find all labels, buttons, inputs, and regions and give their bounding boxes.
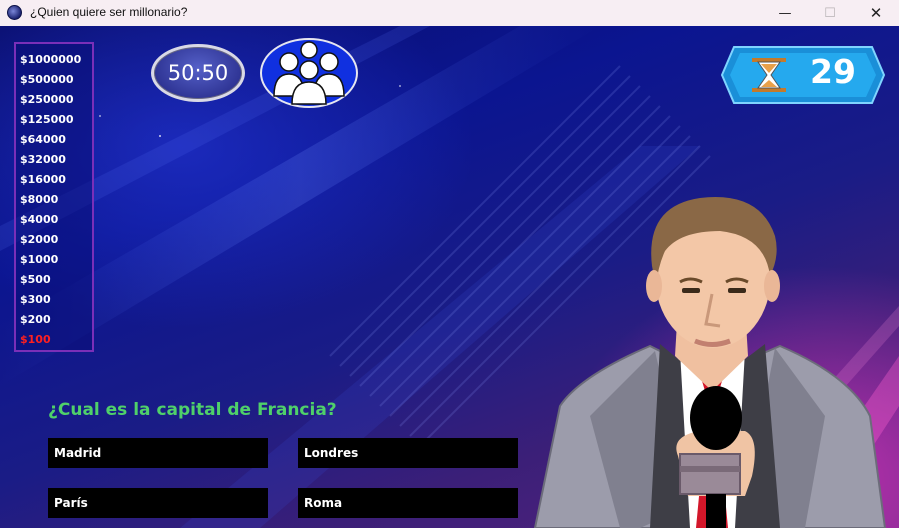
answer-option-d[interactable]: Roma: [298, 488, 518, 518]
answer-option-b[interactable]: Londres: [298, 438, 518, 468]
maximize-button[interactable]: ☐: [807, 0, 853, 26]
timer-frame: [720, 46, 886, 104]
host-illustration: [533, 197, 887, 528]
answer-option-c[interactable]: París: [48, 488, 268, 518]
question-text: ¿Cual es la capital de Francia?: [48, 400, 337, 420]
close-button[interactable]: ✕: [853, 0, 899, 26]
prize-ladder: $1000000 $500000 $250000 $125000 $64000 $3200…: [14, 42, 94, 352]
countdown-timer: 29: [720, 45, 886, 105]
prize-ladder-item: $125000: [20, 113, 74, 126]
prize-ladder-item: $300: [20, 293, 51, 306]
audience-icon: [273, 41, 345, 105]
timer-seconds: 29: [810, 52, 856, 91]
answer-option-a[interactable]: Madrid: [48, 438, 268, 468]
prize-ladder-item: $1000000: [20, 53, 82, 66]
fifty-fifty-lifeline-button[interactable]: 50:50: [151, 44, 245, 102]
game-stage: $1000000 $500000 $250000 $125000 $64000 $3200…: [0, 26, 899, 528]
prize-ladder-item: $4000: [20, 213, 59, 226]
ask-audience-lifeline-button[interactable]: [260, 38, 358, 108]
prize-ladder-item: $200: [20, 313, 51, 326]
prize-ladder-item: $1000: [20, 253, 59, 266]
prize-ladder-item: $500: [20, 273, 51, 286]
prize-ladder-item: $8000: [20, 193, 59, 206]
prize-ladder-item: $64000: [20, 133, 66, 146]
prize-ladder-item: $32000: [20, 153, 66, 166]
fifty-fifty-label: 50:50: [167, 61, 229, 85]
prize-ladder-item: $16000: [20, 173, 66, 186]
minimize-button[interactable]: —: [762, 0, 808, 26]
prize-ladder-item: $2000: [20, 233, 59, 246]
prize-ladder-item: $500000: [20, 73, 74, 86]
prize-ladder-item: $100: [20, 333, 51, 346]
window-title: ¿Quien quiere ser millonario?: [30, 5, 188, 19]
app-logo-icon: [7, 5, 22, 20]
window-titlebar: ¿Quien quiere ser millonario? — ☐ ✕: [0, 0, 899, 26]
prize-ladder-item: $250000: [20, 93, 74, 106]
